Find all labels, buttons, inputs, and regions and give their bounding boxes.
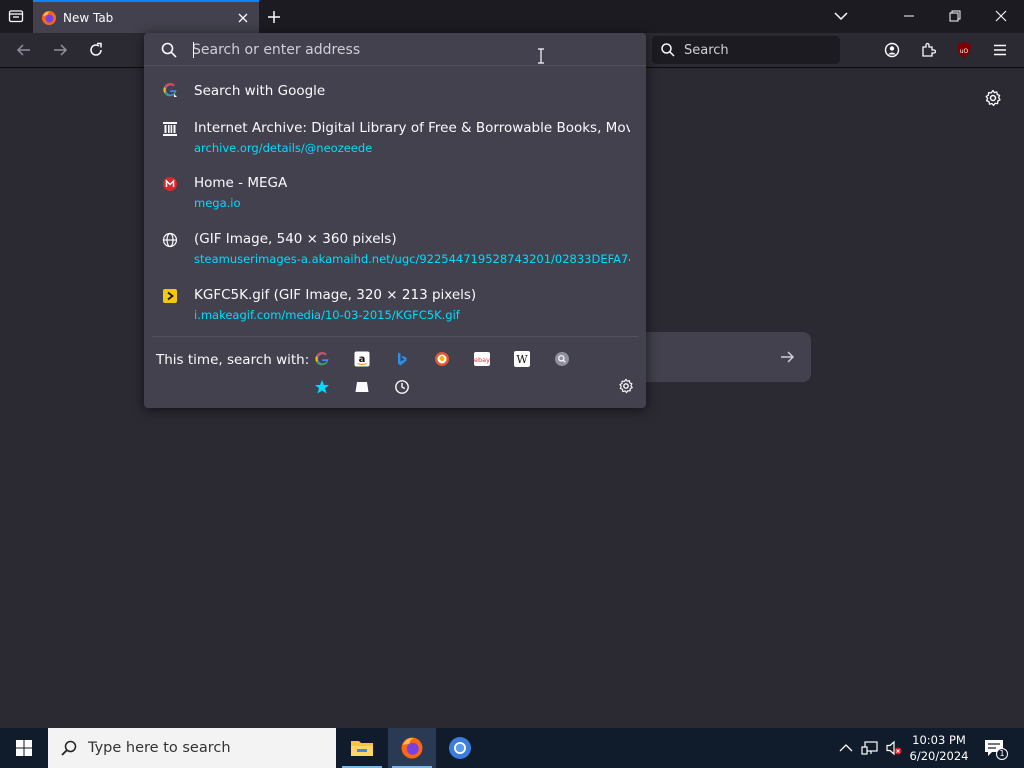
firefox-taskbar-icon[interactable] (388, 728, 436, 768)
urlbar-result-search-google[interactable]: Search with Google (152, 73, 638, 109)
newtab-search-box[interactable] (640, 332, 811, 382)
system-clock[interactable]: 10:03 PM 6/20/2024 (904, 732, 974, 764)
tab-list-icon[interactable] (4, 4, 28, 28)
svg-text:ebay: ebay (474, 356, 490, 364)
result-title: Home - MEGA (194, 175, 288, 191)
text-caret (193, 42, 194, 58)
close-tab-icon[interactable] (233, 8, 253, 28)
svg-text:uO: uO (960, 48, 969, 55)
taskbar: Type here to search 10:03 PM 6/20/2024 1 (0, 728, 1024, 768)
wikipedia-icon[interactable]: W (511, 348, 533, 370)
taskbar-search-box[interactable]: Type here to search (48, 728, 336, 768)
search-icon (160, 41, 178, 59)
svg-text:a: a (359, 354, 366, 365)
tabs-icon[interactable] (351, 376, 373, 398)
urlbar-result-kgfc5k-gif[interactable]: KGFC5K.gif (GIF Image, 320 × 213 pixels)… (152, 280, 638, 328)
windows-start-icon[interactable] (0, 728, 48, 768)
restore-icon[interactable] (932, 0, 978, 32)
result-url: mega.io (194, 196, 241, 210)
file-explorer-icon[interactable] (338, 728, 386, 768)
search-engine-icon[interactable] (551, 348, 573, 370)
reload-icon[interactable] (82, 37, 110, 63)
history-icon[interactable] (391, 376, 413, 398)
amazon-icon[interactable]: a (351, 348, 373, 370)
notification-center-icon[interactable]: 1 (982, 738, 1008, 760)
internet-archive-icon (162, 121, 178, 137)
plus-icon[interactable] (262, 5, 286, 29)
google-icon[interactable] (311, 348, 333, 370)
urlbar-input[interactable] (192, 39, 622, 61)
extensions-icon[interactable] (914, 37, 942, 63)
firefox-icon (41, 10, 57, 26)
ibeam-cursor-icon (536, 48, 546, 64)
account-icon[interactable] (878, 37, 906, 63)
gear-icon[interactable] (980, 86, 1006, 110)
ublock-origin-icon[interactable]: uO (950, 37, 978, 63)
arrow-right-icon[interactable] (775, 345, 799, 369)
urlbar-input-row (144, 33, 646, 66)
duckduckgo-icon[interactable] (431, 348, 453, 370)
result-url: steamuserimages-a.akamaihd.net/ugc/92254… (194, 252, 630, 266)
chevron-up-icon[interactable] (836, 738, 856, 758)
oneoff-search-label: This time, search with: (156, 352, 310, 368)
makeagif-icon (162, 288, 178, 304)
back-arrow-icon[interactable] (10, 37, 38, 63)
urlbar-dropdown: Search with Google Internet Archive: Dig… (144, 33, 646, 408)
mega-icon (162, 176, 178, 192)
bookmarks-star-icon[interactable] (311, 376, 333, 398)
result-url: i.makeagif.com/media/10-03-2015/KGFC5K.g… (194, 308, 460, 322)
ebay-icon[interactable]: ebay (471, 348, 493, 370)
close-window-icon[interactable] (978, 0, 1024, 32)
volume-muted-icon[interactable] (884, 738, 904, 758)
divider (152, 336, 638, 337)
tab-new-tab[interactable]: New Tab (33, 0, 259, 33)
notification-count-badge: 1 (996, 748, 1008, 760)
svg-text:W: W (516, 353, 528, 366)
urlbar-result-internet-archive[interactable]: Internet Archive: Digital Library of Fre… (152, 113, 638, 161)
clock-time: 10:03 PM (912, 733, 966, 747)
result-title: Search with Google (194, 83, 326, 99)
tab-title: New Tab (63, 10, 114, 25)
result-title: (GIF Image, 540 × 360 pixels) (194, 231, 397, 247)
search-bar[interactable]: Search (652, 36, 840, 64)
chevron-down-icon[interactable] (828, 4, 854, 28)
hamburger-menu-icon[interactable] (986, 37, 1014, 63)
result-url: archive.org/details/@neozeede (194, 141, 373, 155)
search-icon (660, 42, 676, 58)
clock-date: 6/20/2024 (909, 749, 969, 763)
search-bar-placeholder: Search (684, 42, 729, 58)
urlbar-result-mega[interactable]: Home - MEGA mega.io (152, 168, 638, 216)
bing-icon[interactable] (391, 348, 413, 370)
globe-icon (162, 232, 178, 248)
chromium-icon[interactable] (436, 728, 484, 768)
gear-icon[interactable] (615, 375, 637, 397)
urlbar-result-gif-image[interactable]: (GIF Image, 540 × 360 pixels) steamuseri… (152, 224, 638, 272)
minimize-icon[interactable] (886, 0, 932, 32)
network-icon[interactable] (860, 738, 880, 758)
result-title: KGFC5K.gif (GIF Image, 320 × 213 pixels) (194, 287, 477, 303)
taskbar-search-placeholder: Type here to search (88, 740, 231, 756)
result-title: Internet Archive: Digital Library of Fre… (194, 120, 630, 136)
forward-arrow-icon[interactable] (46, 37, 74, 63)
search-icon (60, 739, 78, 757)
google-icon (162, 82, 178, 98)
